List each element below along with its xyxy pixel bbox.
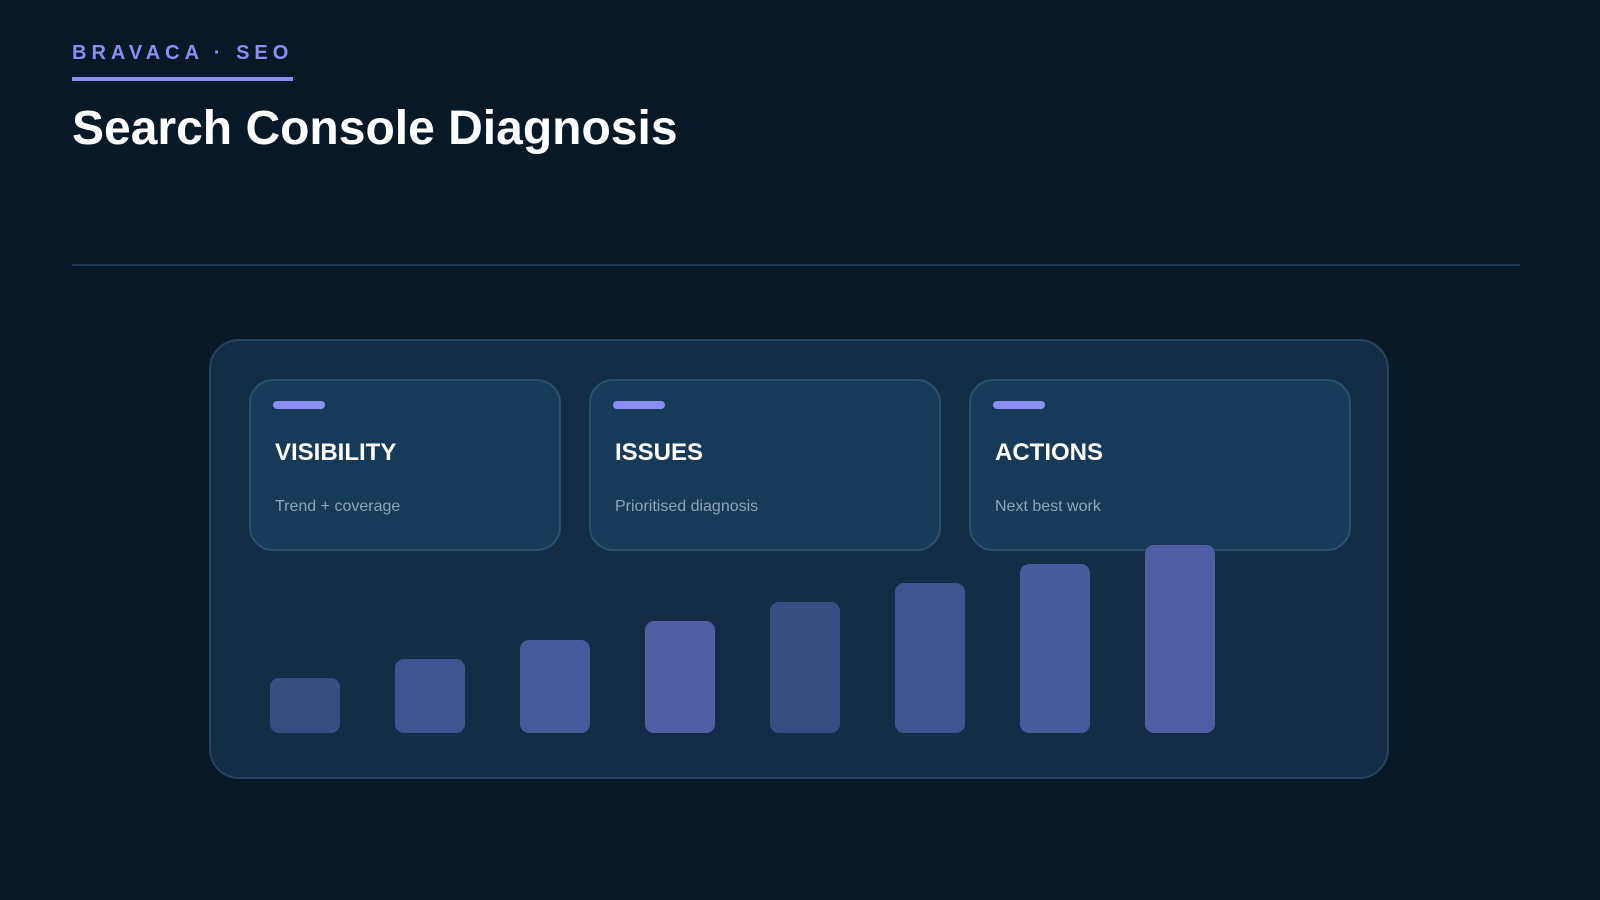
card-accent-bar xyxy=(993,401,1045,409)
bar-7 xyxy=(1020,564,1090,733)
card-title: ACTIONS xyxy=(995,439,1103,466)
card-subtitle: Trend + coverage xyxy=(275,498,401,515)
card-subtitle: Prioritised diagnosis xyxy=(615,498,759,515)
card-accent-bar xyxy=(613,401,665,409)
bar-2 xyxy=(395,659,465,733)
card-visibility: VISIBILITY Trend + coverage xyxy=(249,379,561,551)
bar-3 xyxy=(520,640,590,733)
page-title: Search Console Diagnosis xyxy=(72,102,678,155)
card-title: ISSUES xyxy=(615,439,704,466)
diagnosis-panel: VISIBILITY Trend + coverage ISSUES Prior… xyxy=(209,339,1389,779)
bar-6 xyxy=(895,583,965,733)
slide: BRAVACA · SEO Search Console Diagnosis V… xyxy=(0,0,1600,900)
bar-4 xyxy=(645,621,715,733)
section-divider xyxy=(72,264,1520,266)
card-issues: ISSUES Prioritised diagnosis xyxy=(589,379,941,551)
card-actions: ACTIONS Next best work xyxy=(969,379,1351,551)
brand-eyebrow: BRAVACA · SEO xyxy=(72,42,294,81)
card-title: VISIBILITY xyxy=(275,439,397,466)
card-accent-bar xyxy=(273,401,325,409)
bar-5 xyxy=(770,602,840,733)
bar-1 xyxy=(270,678,340,733)
card-subtitle: Next best work xyxy=(995,498,1101,515)
bar-8 xyxy=(1145,545,1215,733)
